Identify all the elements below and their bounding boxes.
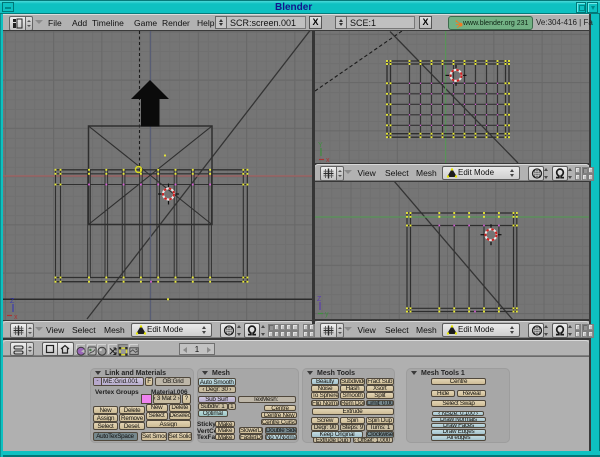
svg-text:x: x	[326, 157, 330, 163]
svg-text:Z: Z	[317, 296, 322, 303]
svg-text:Z: Z	[10, 298, 15, 305]
svg-text:Y: Y	[318, 142, 323, 149]
svg-text:x: x	[14, 314, 18, 320]
svg-text:y: y	[325, 311, 329, 318]
